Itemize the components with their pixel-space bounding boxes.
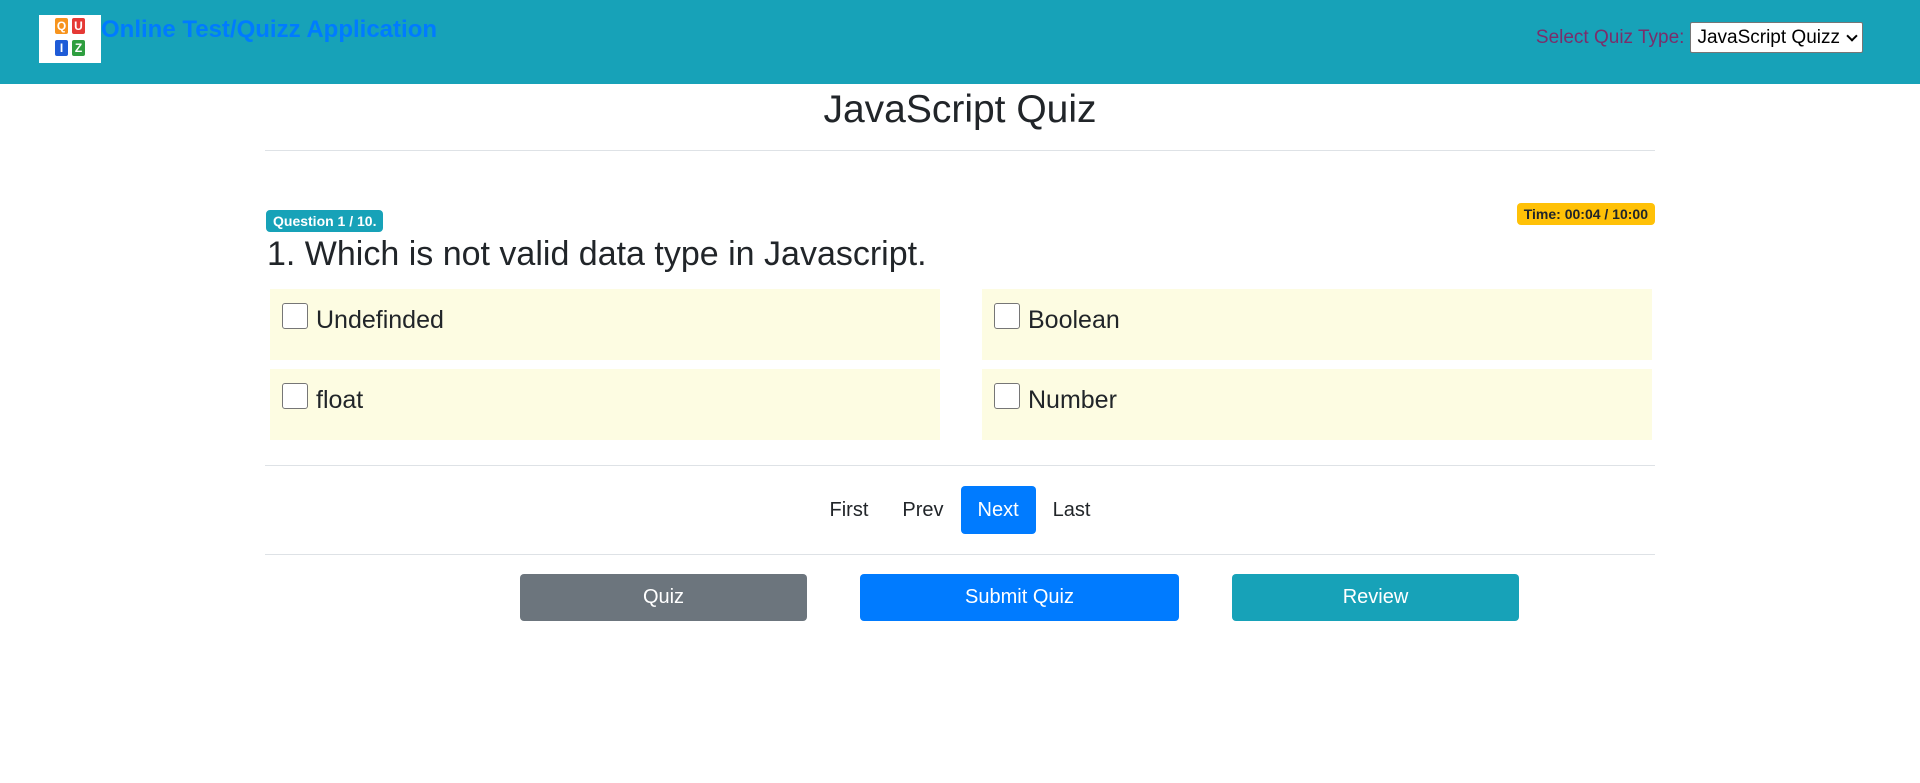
option-label: Boolean <box>1028 306 1120 334</box>
options-divider <box>265 465 1655 466</box>
option-number[interactable]: Number <box>982 369 1652 440</box>
page-prev-button[interactable]: Prev <box>885 486 960 534</box>
quiz-type-value: JavaScript Quizz <box>1697 26 1840 48</box>
page-last-button[interactable]: Last <box>1036 486 1108 534</box>
quiz-type-select[interactable]: JavaScript Quizz <box>1690 22 1863 53</box>
chevron-down-icon <box>1846 29 1858 42</box>
quiz-type-label: Select Quiz Type: <box>1535 26 1685 48</box>
option-checkbox[interactable] <box>994 303 1020 329</box>
option-label: Number <box>1028 386 1117 414</box>
title-divider <box>265 150 1655 151</box>
logo-tile-z: Z <box>72 40 85 56</box>
submit-quiz-button[interactable]: Submit Quiz <box>860 574 1179 621</box>
option-label: float <box>316 386 364 414</box>
logo-tile-q: Q <box>55 18 68 34</box>
logo-tile-i: I <box>55 40 68 56</box>
page-first-button[interactable]: First <box>813 486 886 534</box>
top-navbar: Q U I Z Online Test/Quizz Application Se… <box>0 0 1920 84</box>
quiz-container: JavaScript Quiz Question 1 / 10. Time: 0… <box>265 84 1655 621</box>
page-title: JavaScript Quiz <box>823 88 1097 131</box>
question-text: 1. Which is not valid data type in Javas… <box>267 235 927 273</box>
pagination: First Prev Next Last <box>265 486 1655 534</box>
option-undefinded[interactable]: Undefinded <box>270 289 940 360</box>
option-float[interactable]: float <box>270 369 940 440</box>
option-checkbox[interactable] <box>282 383 308 409</box>
question-counter-badge: Question 1 / 10. <box>266 210 384 232</box>
logo-tile-u: U <box>72 18 85 34</box>
review-button[interactable]: Review <box>1232 574 1519 621</box>
page-next-button[interactable]: Next <box>960 486 1036 534</box>
option-label: Undefinded <box>316 306 444 334</box>
pager-divider <box>265 554 1655 555</box>
option-checkbox[interactable] <box>282 303 308 329</box>
brand-link[interactable]: Online Test/Quizz Application <box>101 16 437 44</box>
option-boolean[interactable]: Boolean <box>982 289 1652 360</box>
option-checkbox[interactable] <box>994 383 1020 409</box>
quiz-type-selector: Select Quiz Type: JavaScript Quizz <box>1536 22 1863 53</box>
quiz-logo[interactable]: Q U I Z <box>39 15 101 63</box>
timer-badge: Time: 00:04 / 10:00 <box>1516 203 1655 225</box>
quiz-button[interactable]: Quiz <box>520 574 807 621</box>
